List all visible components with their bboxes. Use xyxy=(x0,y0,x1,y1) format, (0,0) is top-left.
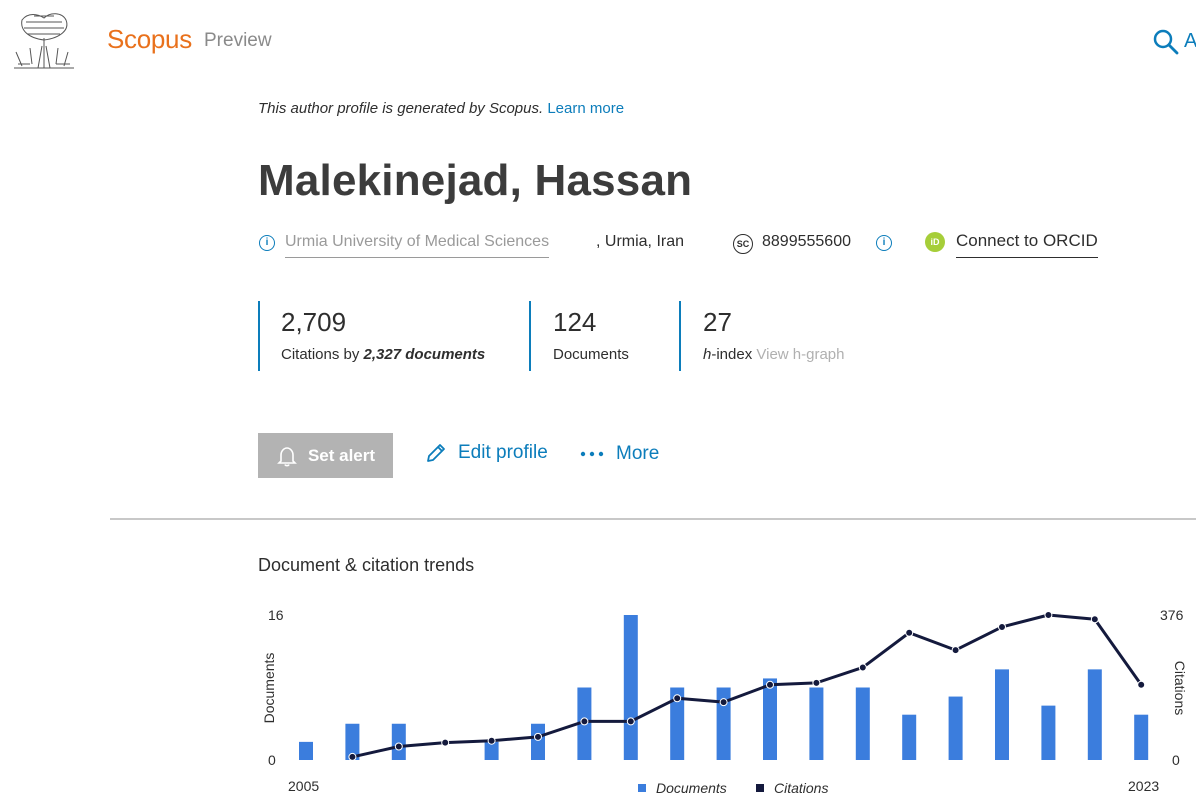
documents-bar-2020 xyxy=(995,669,1009,760)
citations-point-2012 xyxy=(626,717,635,726)
y-left-tick-min: 0 xyxy=(268,752,276,768)
documents-bar-2018 xyxy=(902,714,917,760)
citations-metric-bar xyxy=(258,301,260,371)
learn-more-link[interactable]: Learn more xyxy=(547,100,624,117)
citations-point-2020 xyxy=(998,622,1006,631)
documents-bar-2016 xyxy=(809,687,824,760)
y-right-tick-min: 0 xyxy=(1172,752,1180,768)
y-left-axis-label: Documents xyxy=(261,653,277,724)
documents-bar-2005 xyxy=(299,741,313,760)
brand-preview-label: Preview xyxy=(204,30,272,51)
ellipsis-icon xyxy=(580,451,604,457)
section-divider xyxy=(110,518,1196,520)
documents-bar-2010 xyxy=(531,723,545,760)
documents-bar-2017 xyxy=(855,687,870,760)
hindex-value: 27 xyxy=(703,307,732,337)
legend-documents-label: Documents xyxy=(656,780,727,796)
documents-bar-2012 xyxy=(623,615,638,760)
y-left-tick-max: 16 xyxy=(268,607,284,623)
citations-point-2008 xyxy=(441,738,450,747)
citations-label-prefix: Citations by xyxy=(281,346,360,363)
trends-title: Document & citation trends xyxy=(258,555,475,575)
citations-point-2017 xyxy=(858,663,867,672)
connect-orcid-link[interactable]: Connect to ORCID xyxy=(956,231,1098,258)
legend-documents-swatch xyxy=(638,784,646,792)
y-right-tick-max: 376 xyxy=(1160,607,1184,623)
x-tick-first: 2005 xyxy=(288,778,319,794)
edit-profile-button[interactable]: Edit profile xyxy=(424,441,548,465)
hindex-label-rest: -index xyxy=(711,346,753,363)
documents-bar-2007 xyxy=(391,723,406,760)
author-id-info-icon[interactable]: i xyxy=(876,235,892,251)
view-hgraph-link[interactable]: View h-graph xyxy=(756,346,844,363)
x-tick-last: 2023 xyxy=(1128,778,1159,794)
profile-note-text: This author profile is generated by Scop… xyxy=(258,100,544,117)
citations-point-2009 xyxy=(487,736,496,745)
citations-point-2010 xyxy=(534,732,542,741)
set-alert-label: Set alert xyxy=(307,445,376,465)
legend-citations-label: Citations xyxy=(774,780,828,796)
citations-point-2014 xyxy=(719,698,728,707)
citations-label: Citations by 2,327 documents xyxy=(281,346,485,363)
citations-point-2016 xyxy=(812,678,821,687)
documents-bar-2022 xyxy=(1087,669,1102,760)
citations-point-2021 xyxy=(1044,611,1053,619)
orcid-icon: iD xyxy=(925,232,945,252)
citations-point-2019 xyxy=(951,646,960,655)
documents-bar-2015 xyxy=(763,678,777,760)
more-button[interactable]: More xyxy=(580,443,659,465)
scopus-id-icon: SC xyxy=(733,234,753,254)
affiliation-info-icon[interactable]: i xyxy=(259,235,275,251)
more-label: More xyxy=(616,443,660,464)
citations-point-2011 xyxy=(580,717,589,726)
documents-bar-2023 xyxy=(1134,714,1149,760)
documents-bar-2019 xyxy=(948,696,963,760)
citations-point-2018 xyxy=(905,628,914,637)
citations-point-2022 xyxy=(1090,615,1099,624)
documents-metric-bar xyxy=(529,301,531,371)
affiliation-location: , Urmia, Iran xyxy=(596,233,685,250)
author-id: 8899555600 xyxy=(762,233,851,250)
citing-documents-count[interactable]: 2,327 documents xyxy=(364,346,486,363)
hindex-label: h-index View h-graph xyxy=(703,346,845,363)
citations-point-2007 xyxy=(394,742,403,751)
affiliation-link[interactable]: Urmia University of Medical Sciences xyxy=(285,233,550,258)
citations-point-2023 xyxy=(1137,680,1146,689)
author-name: Malekinejad, Hassan xyxy=(258,156,693,205)
citations-point-2006 xyxy=(348,752,357,761)
pencil-icon xyxy=(427,444,445,462)
scopus-brand[interactable]: Scopus xyxy=(107,24,192,55)
set-alert-button[interactable]: Set alert xyxy=(258,433,393,478)
bell-icon xyxy=(277,446,297,466)
citations-line xyxy=(352,613,1143,759)
documents-count[interactable]: 124 xyxy=(553,307,596,338)
header-menu-cut[interactable]: A xyxy=(1184,30,1196,53)
documents-label: Documents xyxy=(553,346,629,363)
citations-point-2015 xyxy=(766,680,774,689)
search-icon[interactable] xyxy=(1152,28,1180,56)
edit-profile-label: Edit profile xyxy=(458,442,548,463)
citations-count[interactable]: 2,709 xyxy=(281,307,346,338)
profile-note: This author profile is generated by Scop… xyxy=(258,100,624,117)
y-right-axis-label: Citations xyxy=(1172,661,1188,715)
documents-bar-2021 xyxy=(1041,705,1056,760)
document-citation-trends-chart: 16 0 376 0 2005 2023 Documents Citations Documen… xyxy=(261,607,1188,796)
legend-citations-swatch xyxy=(756,784,764,792)
elsevier-logo[interactable] xyxy=(8,8,80,70)
citations-point-2013 xyxy=(673,694,682,703)
hindex-metric-bar xyxy=(679,301,681,371)
